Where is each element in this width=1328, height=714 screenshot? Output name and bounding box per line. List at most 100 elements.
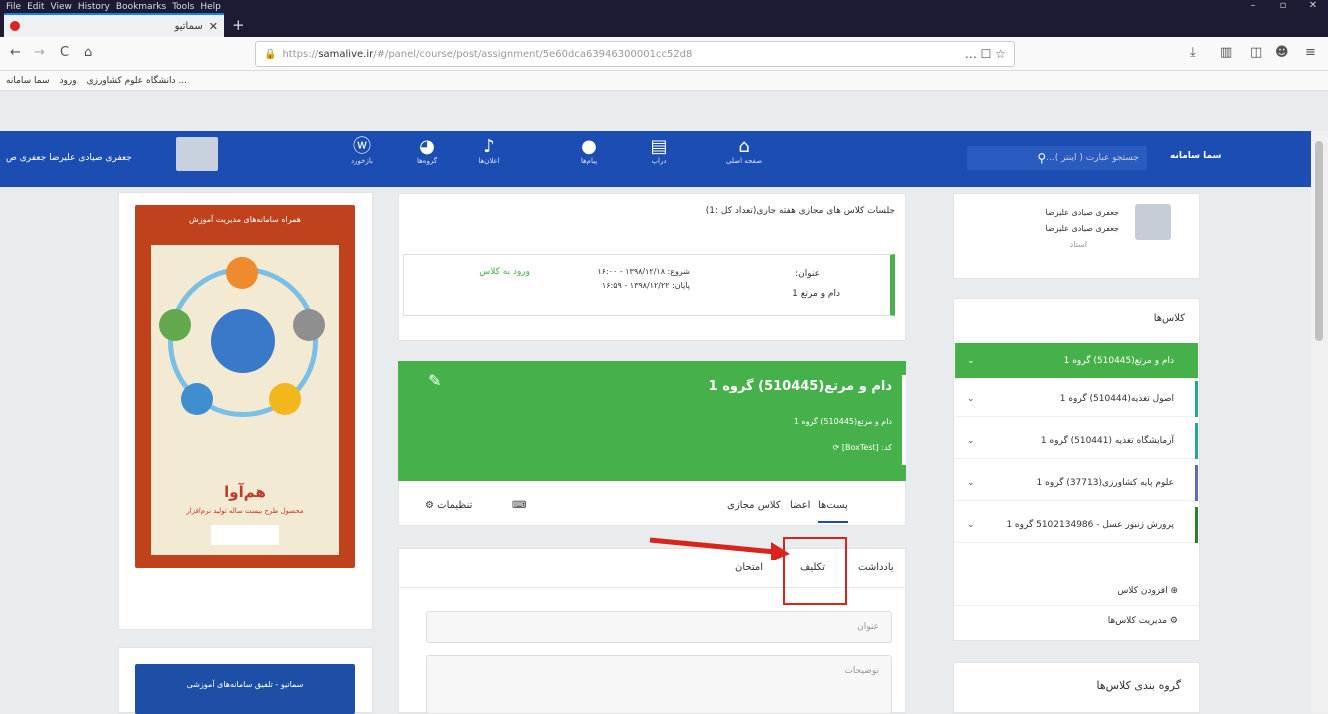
scrollbar-thumb[interactable] xyxy=(1315,141,1323,341)
manage-classes-button[interactable]: ⚙ مدیریت کلاس‌ها xyxy=(955,606,1198,636)
course-banner: دام و مرتع(510445) گروه 1 دام و مرتع(510… xyxy=(398,361,906,481)
menu-file[interactable]: File xyxy=(6,2,21,12)
description-placeholder: توضیحات xyxy=(844,666,879,676)
cycle-node-green xyxy=(159,309,191,341)
ad-image-bottom[interactable]: سماتیو - تلفیق سامانه‌های آموزشی xyxy=(135,664,355,714)
menu-view[interactable]: View xyxy=(51,2,72,12)
menu-icon[interactable]: ≡ xyxy=(1305,45,1316,60)
title-placeholder: عنوان xyxy=(857,622,879,632)
course-subtitle: دام و مرتع(510445) گروه 1 xyxy=(793,417,892,426)
nav-label: دراپ xyxy=(651,157,667,165)
nav-bar: ← → C ⌂ 🔒 https:// samalive.ir /#/panel/… xyxy=(0,37,1328,71)
search-input[interactable]: جستجو عبارت ( اینتر )... ⚲ xyxy=(967,146,1147,170)
join-class-link[interactable]: ورود به کلاس xyxy=(479,267,530,277)
class-item[interactable]: ⌄ دام و مرتع(510445) گروه 1 xyxy=(955,343,1198,379)
tab-note[interactable]: یادداشت xyxy=(858,562,894,573)
avatar[interactable] xyxy=(176,137,218,171)
class-name: آزمایشگاه تغذیه (510441) گروه 1 xyxy=(1040,435,1174,446)
tab-exam[interactable]: امتحان xyxy=(735,562,763,573)
class-color-bar xyxy=(1195,381,1198,417)
tab-close-icon[interactable]: ✕ xyxy=(209,20,218,33)
maximize-button[interactable]: ▫ xyxy=(1268,0,1298,11)
class-color-bar xyxy=(1195,423,1198,459)
browser-tab[interactable]: سماتیو ✕ xyxy=(4,13,224,37)
page-scrollbar[interactable] xyxy=(1311,131,1328,713)
library-icon[interactable]: ▥ xyxy=(1220,45,1232,60)
add-class-button[interactable]: ⊕ افزودن کلاس xyxy=(955,576,1198,606)
url-prefix: https:// xyxy=(282,48,319,60)
class-item[interactable]: ⌄ اصول تغذیه(510444) گروه 1 xyxy=(955,381,1198,417)
nav-label: پیام‌ها xyxy=(580,157,598,165)
nav-drop[interactable]: ▤ دراپ xyxy=(635,136,683,166)
classes-header: کلاس‌ها xyxy=(1153,313,1185,324)
profile-name: جعفری صیادی علیرضا xyxy=(1045,208,1119,217)
cycle-node-yellow xyxy=(269,383,301,415)
nav-label: صفحه اصلی xyxy=(725,157,763,165)
class-color-bar xyxy=(1195,507,1198,543)
account-icon[interactable]: ☻ xyxy=(1275,45,1289,60)
chevron-down-icon[interactable]: ⌄ xyxy=(967,394,975,404)
session-item: عنوان: دام و مرتع 1 شروع: ۱۳۹۸/۱۲/۱۸ - ۱… xyxy=(403,254,895,316)
bookmark-login[interactable]: ورود xyxy=(60,76,77,86)
menu-edit[interactable]: Edit xyxy=(27,2,44,12)
session-end: پایان: ۱۳۹۸/۱۲/۲۲ - ۱۶:۵۹ xyxy=(601,281,690,290)
nav-notifications[interactable]: ♪ اعلان‌ها xyxy=(465,137,513,166)
forward-button[interactable]: → xyxy=(34,45,45,60)
home-button[interactable]: ⌂ xyxy=(84,45,92,60)
nav-label: اعلان‌ها xyxy=(478,157,500,165)
title-field[interactable]: عنوان xyxy=(426,611,892,643)
reload-button[interactable]: C xyxy=(60,45,69,60)
app-header: جعفری صیادی علیرضا جعفری ص ⓦ بازخورد ◕ گ… xyxy=(0,131,1311,187)
sessions-header: جلسات کلاس های مجازی هفته جاری(تعداد کل … xyxy=(705,206,895,216)
menu-bookmarks[interactable]: Bookmarks xyxy=(116,2,166,12)
menu-tools[interactable]: Tools xyxy=(172,2,194,12)
nav-home[interactable]: ⌂ صفحه اصلی xyxy=(720,136,768,166)
cycle-node-orange xyxy=(226,257,258,289)
chat-icon[interactable]: ⌨ xyxy=(512,500,526,511)
class-item[interactable]: ⌄ آزمایشگاه تغذیه (510441) گروه 1 xyxy=(955,423,1198,459)
session-title-label: عنوان: xyxy=(795,269,820,279)
downloads-icon[interactable]: ⤓ xyxy=(1190,45,1196,60)
menu-help[interactable]: Help xyxy=(200,2,221,12)
bookmark-university[interactable]: دانشگاه علوم کشاورزی ... xyxy=(87,76,187,86)
chevron-down-icon[interactable]: ⌄ xyxy=(967,478,975,488)
chevron-down-icon[interactable]: ⌄ xyxy=(967,436,975,446)
back-button[interactable]: ← xyxy=(10,45,21,60)
nav-messages[interactable]: ● پیام‌ها xyxy=(565,137,613,166)
user-name[interactable]: جعفری صیادی علیرضا جعفری ص xyxy=(6,153,132,163)
edit-icon[interactable]: ✎ xyxy=(428,371,441,390)
tab-virtual-class[interactable]: کلاس مجازی xyxy=(727,500,781,511)
grouping-card: گروه بندی کلاس‌ها xyxy=(953,662,1200,713)
nav-groups[interactable]: ◕ گروه‌ها xyxy=(403,137,451,166)
url-bar[interactable]: 🔒 https:// samalive.ir /#/panel/course/p… xyxy=(255,41,1015,67)
description-field[interactable]: توضیحات xyxy=(426,655,892,714)
ad-bottom-text: سماتیو - تلفیق سامانه‌های آموزشی xyxy=(186,680,304,689)
profile-role: استاد xyxy=(1069,240,1087,249)
tab-members[interactable]: اعضا xyxy=(790,500,810,511)
nav-feedback[interactable]: ⓦ بازخورد xyxy=(338,137,386,166)
nav-label: گروه‌ها xyxy=(416,157,438,165)
close-window-button[interactable]: ✕ xyxy=(1298,0,1328,11)
brand-logo[interactable]: سما سامانه xyxy=(1170,151,1221,161)
chevron-down-icon[interactable]: ⌄ xyxy=(967,520,975,530)
home-icon: ⌂ xyxy=(738,136,750,157)
minimize-button[interactable]: – xyxy=(1238,0,1268,11)
tab-settings[interactable]: ⚙ تنظیمات xyxy=(425,500,472,511)
bookmark-sama[interactable]: سما سامانه xyxy=(6,76,50,86)
book-icon: ▤ xyxy=(650,136,668,157)
menu-history[interactable]: History xyxy=(78,2,110,12)
chevron-down-icon[interactable]: ⌄ xyxy=(967,356,975,366)
ad-image-top[interactable]: همراه سامانه‌های مدیریت آموزش هم‌آوا محص… xyxy=(135,205,355,568)
tab-posts[interactable]: پست‌ها xyxy=(818,500,848,523)
class-item[interactable]: ⌄ پرورش زنبور عسل - 5102134986 گروه 1 xyxy=(955,507,1198,543)
lock-icon: 🔒 xyxy=(264,48,277,60)
page-actions-icon[interactable]: … ☐ ☆ xyxy=(965,47,1006,61)
class-item[interactable]: ⌄ علوم پایه کشاورزی(37713) گروه 1 xyxy=(955,465,1198,501)
session-title-value: دام و مرتع 1 xyxy=(792,289,840,299)
ad-subtitle: محصول طرح بیست ساله تولید نرم‌افزار xyxy=(186,507,304,515)
class-name: دام و مرتع(510445) گروه 1 xyxy=(1063,355,1174,366)
new-tab-button[interactable]: + xyxy=(232,16,245,34)
nav-label: بازخورد xyxy=(351,157,373,165)
ad-card-bottom: سماتیو - تلفیق سامانه‌های آموزشی xyxy=(118,647,373,714)
sidebar-icon[interactable]: ◫ xyxy=(1250,45,1262,60)
